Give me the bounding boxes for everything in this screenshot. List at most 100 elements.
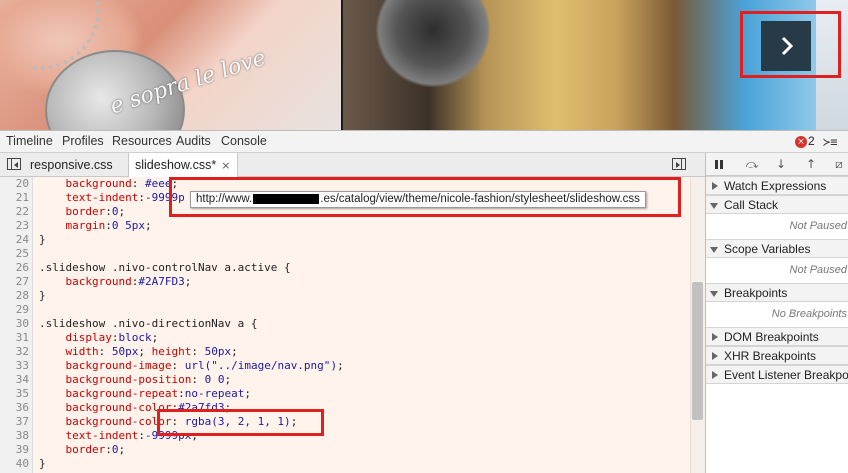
code-text[interactable]: margin:0 5px; [39, 219, 152, 233]
pane-header[interactable]: Watch Expressions [706, 176, 848, 195]
step-out-icon[interactable]: ↑ [802, 156, 820, 173]
code-line[interactable]: 36 background-color:#2a7fd3; [0, 401, 690, 415]
code-line[interactable]: 25 [0, 247, 690, 261]
code-text[interactable]: background:#2A7FD3; [39, 275, 192, 289]
line-number[interactable]: 37 [0, 415, 29, 429]
code-text[interactable]: border:0; [39, 205, 126, 219]
pane-title[interactable]: XHR Breakpoints [724, 349, 816, 363]
line-number[interactable]: 34 [0, 373, 29, 387]
triangle-right-icon[interactable] [712, 371, 718, 379]
step-into-icon[interactable]: ↓ [772, 156, 790, 173]
code-text[interactable]: } [39, 289, 46, 303]
line-number[interactable]: 26 [0, 261, 29, 275]
line-number[interactable]: 28 [0, 289, 29, 303]
pane-header[interactable]: Call Stack [706, 195, 848, 214]
error-count[interactable]: 2 [808, 134, 815, 148]
code-line[interactable]: 34 background-position: 0 0; [0, 373, 690, 387]
line-number[interactable]: 24 [0, 233, 29, 247]
code-text[interactable]: text-indent:-9999p [39, 191, 185, 205]
code-text[interactable]: background-repeat:no-repeat; [39, 387, 251, 401]
code-line[interactable]: 35 background-repeat:no-repeat; [0, 387, 690, 401]
code-line[interactable]: 27 background:#2A7FD3; [0, 275, 690, 289]
code-line[interactable]: 32 width: 50px; height: 50px; [0, 345, 690, 359]
redacted-domain [253, 193, 320, 204]
line-number[interactable]: 31 [0, 331, 29, 345]
code-text[interactable]: background-image: url("../image/nav.png"… [39, 359, 344, 373]
tab-resources[interactable]: Resources [112, 131, 172, 153]
code-line[interactable]: 38 text-indent:-9999px; [0, 429, 690, 443]
line-number[interactable]: 23 [0, 219, 29, 233]
code-text[interactable]: background-position: 0 0; [39, 373, 232, 387]
line-number[interactable]: 32 [0, 345, 29, 359]
sidebar-pane: DOM Breakpoints [706, 327, 848, 346]
pause-icon[interactable] [710, 156, 728, 173]
line-number[interactable]: 22 [0, 205, 29, 219]
line-number[interactable]: 38 [0, 429, 29, 443]
tab-timeline[interactable]: Timeline [6, 131, 53, 153]
code-text[interactable]: .slideshow .nivo-controlNav a.active { [39, 261, 291, 275]
code-text[interactable]: border:0; [39, 443, 126, 457]
code-text[interactable]: } [39, 457, 46, 471]
file-tab-slideshow[interactable]: slideshow.css* × [128, 153, 238, 178]
pane-title[interactable]: Scope Variables [724, 242, 811, 256]
pane-title[interactable]: Breakpoints [724, 286, 787, 300]
debugger-sidebar-toggle-icon[interactable] [672, 158, 686, 170]
line-number[interactable]: 36 [0, 401, 29, 415]
triangle-down-icon[interactable] [710, 247, 718, 253]
tab-console[interactable]: Console [221, 131, 267, 153]
line-number[interactable]: 33 [0, 359, 29, 373]
triangle-right-icon[interactable] [712, 352, 718, 360]
triangle-down-icon[interactable] [710, 291, 718, 297]
deactivate-breakpoints-icon[interactable]: ⧄ [830, 156, 848, 173]
triangle-down-icon[interactable] [710, 203, 718, 209]
code-line[interactable]: 26 .slideshow .nivo-controlNav a.active { [0, 261, 690, 275]
line-number[interactable]: 40 [0, 457, 29, 471]
tab-profiles[interactable]: Profiles [62, 131, 104, 153]
triangle-right-icon[interactable] [712, 333, 718, 341]
close-icon[interactable]: × [221, 159, 230, 172]
line-number[interactable]: 30 [0, 317, 29, 331]
step-over-icon[interactable]: ⤼ [743, 156, 761, 173]
code-text[interactable]: } [39, 233, 46, 247]
code-text[interactable]: display:block; [39, 331, 159, 345]
code-line[interactable]: 28} [0, 289, 690, 303]
pane-header[interactable]: DOM Breakpoints [706, 327, 848, 346]
line-number[interactable]: 27 [0, 275, 29, 289]
triangle-right-icon[interactable] [712, 182, 718, 190]
pane-title[interactable]: Event Listener Breakpoints [724, 368, 848, 382]
file-tab-responsive[interactable]: responsive.css [24, 153, 119, 177]
code-line[interactable]: 30 .slideshow .nivo-directionNav a { [0, 317, 690, 331]
line-number[interactable]: 39 [0, 443, 29, 457]
tab-audits[interactable]: Audits [176, 131, 211, 153]
pane-header[interactable]: Scope Variables [706, 239, 848, 258]
code-line[interactable]: 31 display:block; [0, 331, 690, 345]
code-line[interactable]: 33 background-image: url("../image/nav.p… [0, 359, 690, 373]
slide-photo-jewelry: e sopra le love [0, 0, 343, 130]
pane-header[interactable]: Breakpoints [706, 283, 848, 302]
line-number[interactable]: 29 [0, 303, 29, 317]
error-icon[interactable]: × [795, 136, 807, 148]
code-line[interactable]: 23 margin:0 5px; [0, 219, 690, 233]
code-line[interactable]: 24} [0, 233, 690, 247]
pane-title[interactable]: Call Stack [724, 198, 778, 212]
code-text[interactable]: background: #eee; [39, 177, 179, 191]
line-number[interactable]: 20 [0, 177, 29, 191]
code-line[interactable]: 40} [0, 457, 690, 471]
editor-scrollbar-thumb[interactable] [692, 282, 703, 420]
line-number[interactable]: 25 [0, 247, 29, 261]
pane-header[interactable]: Event Listener Breakpoints [706, 365, 848, 384]
pane-title[interactable]: Watch Expressions [724, 179, 826, 193]
code-editor[interactable]: 20 background: #eee; 21 text-indent:-9999… [0, 177, 705, 473]
navigator-toggle-icon[interactable] [7, 158, 21, 170]
code-line[interactable]: 29 [0, 303, 690, 317]
line-number[interactable]: 35 [0, 387, 29, 401]
console-drawer-icon[interactable]: ≻≡ [823, 135, 839, 149]
code-text[interactable]: width: 50px; height: 50px; [39, 345, 238, 359]
pane-title[interactable]: DOM Breakpoints [724, 330, 819, 344]
code-line[interactable]: 39 border:0; [0, 443, 690, 457]
code-line[interactable]: 37 background-color: rgba(3, 2, 1, 1); [0, 415, 690, 429]
line-number[interactable]: 21 [0, 191, 29, 205]
code-text[interactable]: .slideshow .nivo-directionNav a { [39, 317, 258, 331]
slideshow-next-button[interactable] [761, 21, 811, 71]
pane-header[interactable]: XHR Breakpoints [706, 346, 848, 365]
